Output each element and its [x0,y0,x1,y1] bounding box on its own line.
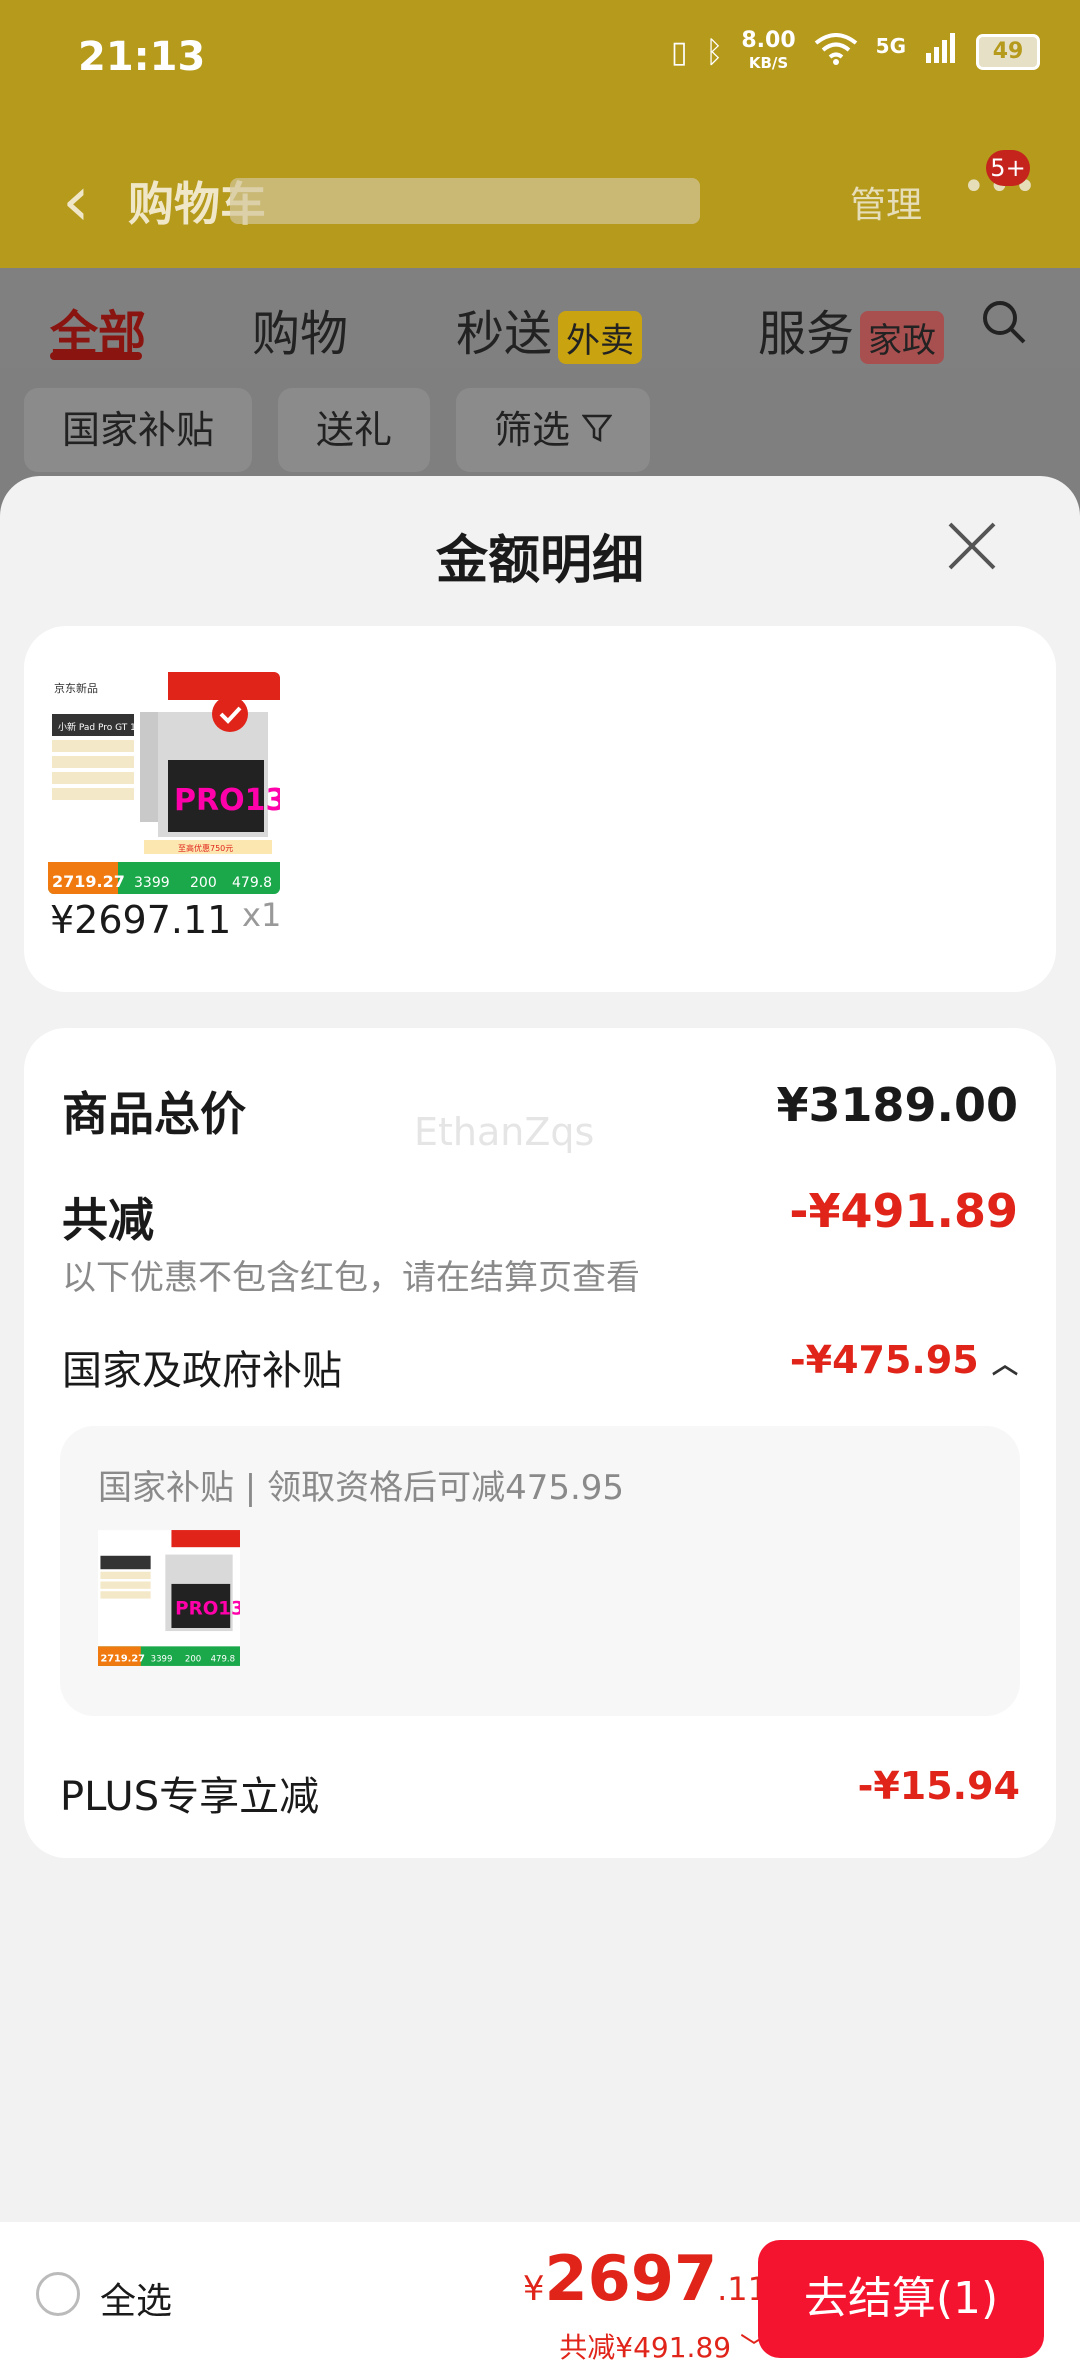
total-label: 商品总价 [62,1087,246,1141]
thumb-price-c: 200 [190,875,217,891]
total-price: ¥2697.11 [523,2242,768,2315]
subsidy-detail-text: 国家补贴 | 领取资格后可减475.95 [98,1468,625,1508]
status-icons: ▯ ᛒ 8.00 KB/S 5G 49 [671,30,1040,74]
net-speed-unit: KB/S [748,54,789,72]
checkout-bar: 全选 ¥2697.11 共减¥491.89 ﹀ 去结算(1) [0,2222,1080,2374]
filter-gift[interactable]: 送礼 [278,388,431,472]
bluetooth-icon: ᛒ [705,34,724,70]
close-icon[interactable] [946,520,998,581]
tab-shopping[interactable]: 购物 [252,294,348,364]
subsidy-thumb-price-b: 3399 [151,1655,173,1665]
subsidy-thumb-price-c: 200 [185,1655,201,1665]
thumb-brand: 京东新品 [54,681,98,695]
tab-instant-label: 秒送 [456,306,553,362]
signal-label: 5G [875,34,906,58]
price-breakdown-card: EthanZqs 商品总价 ¥3189.00 共减 -¥491.89 以下优惠不… [24,1028,1056,1858]
total-integer: 2697 [544,2242,718,2315]
search-icon[interactable] [980,298,1028,357]
tab-service-label: 服务 [758,306,855,362]
net-speed-value: 8.00 [741,28,796,53]
sheet-title: 金额明细 [435,531,644,591]
product-card: 京东新品 小新 Pad Pro GT 13 PRO13 至高优惠750元 271… [24,626,1056,992]
chevron-up-icon[interactable]: ︿ [992,1350,1018,1380]
thumb-price-a: 2719.27 [52,872,125,891]
discount-label: 共减 [62,1193,154,1247]
watermark: EthanZqs [414,1110,595,1154]
subsidy-thumb-price-d: 479.8 [211,1655,235,1665]
total-value: ¥3189.00 [776,1078,1018,1132]
thumb-price-d: 479.8 [232,875,272,891]
wifi-icon [814,31,858,73]
total-currency: ¥ [522,2269,545,2309]
back-icon[interactable]: ‹ [62,160,90,242]
amount-detail-sheet: 金额明细 京东新品 小新 Pad Pro GT 13 PRO13 至高优惠750… [0,476,1080,2374]
funnel-icon [581,408,613,452]
select-all-label[interactable]: 全选 [100,2272,172,2324]
net-speed: 8.00 KB/S [741,30,795,74]
select-all-checkbox[interactable] [36,2272,80,2316]
vibrate-icon: ▯ [670,34,688,70]
thumb-promo: 至高优惠750元 [178,843,233,853]
discount-value: -¥491.89 [789,1184,1018,1238]
thumb-price-b: 3399 [134,875,170,891]
status-time: 21:13 [78,34,206,80]
checkout-button[interactable]: 去结算(1) [758,2240,1044,2358]
subsidy-detail-box: 国家补贴 | 领取资格后可减475.95 PRO13 2719.27 3399 [60,1426,1020,1716]
thumb-badge: PRO13 [174,783,280,818]
subsidy-label: 国家及政府补贴 [62,1348,342,1394]
message-badge: 5+ [986,150,1030,186]
subsidy-value: -¥475.95 [789,1338,979,1382]
status-bar: 21:13 ▯ ᛒ 8.00 KB/S 5G 49 [0,0,1080,120]
discount-summary-text: 共减¥491.89 [559,2331,732,2364]
subsidy-value-group: -¥475.95 ︿ [790,1338,1018,1382]
tab-instant[interactable]: 秒送 外卖 [456,294,643,364]
product-quantity: x1 [242,896,282,934]
product-price: ¥2697.11 [50,898,232,942]
product-image[interactable]: 京东新品 小新 Pad Pro GT 13 PRO13 至高优惠750元 271… [48,672,280,894]
category-tabs: 全部 购物 秒送 外卖 服务 家政 [0,268,1080,368]
filter-chips: 国家补贴 送礼 筛选 [24,388,651,472]
tag-takeaway: 外卖 [558,310,643,364]
subsidy-thumb-price-a: 2719.27 [100,1654,145,1665]
filter-label: 筛选 [494,408,571,452]
tab-service[interactable]: 服务 家政 [758,294,945,364]
thumb-model: 小新 Pad Pro GT 13 [58,721,142,733]
plus-label: PLUS专享立减 [60,1774,320,1820]
signal-icon [924,31,958,73]
cart-header: ‹ 购物车 管理 ••• 5+ [0,120,1080,268]
filter-button[interactable]: 筛选 [456,388,651,472]
filter-national-subsidy[interactable]: 国家补贴 [24,388,253,472]
active-tab-indicator [50,352,142,360]
discount-note: 以下优惠不包含红包，请在结算页查看 [62,1258,640,1298]
subsidy-product-image: PRO13 2719.27 3399 200 479.8 [98,1526,240,1670]
discount-summary[interactable]: 共减¥491.89 ﹀ [559,2326,768,2366]
tag-housekeeping: 家政 [860,310,945,364]
blurred-address [230,178,700,224]
plus-value: -¥15.94 [857,1764,1020,1808]
subsidy-thumb-badge: PRO13 [175,1599,240,1620]
battery-icon: 49 [976,34,1040,70]
manage-button[interactable]: 管理 [850,176,922,228]
